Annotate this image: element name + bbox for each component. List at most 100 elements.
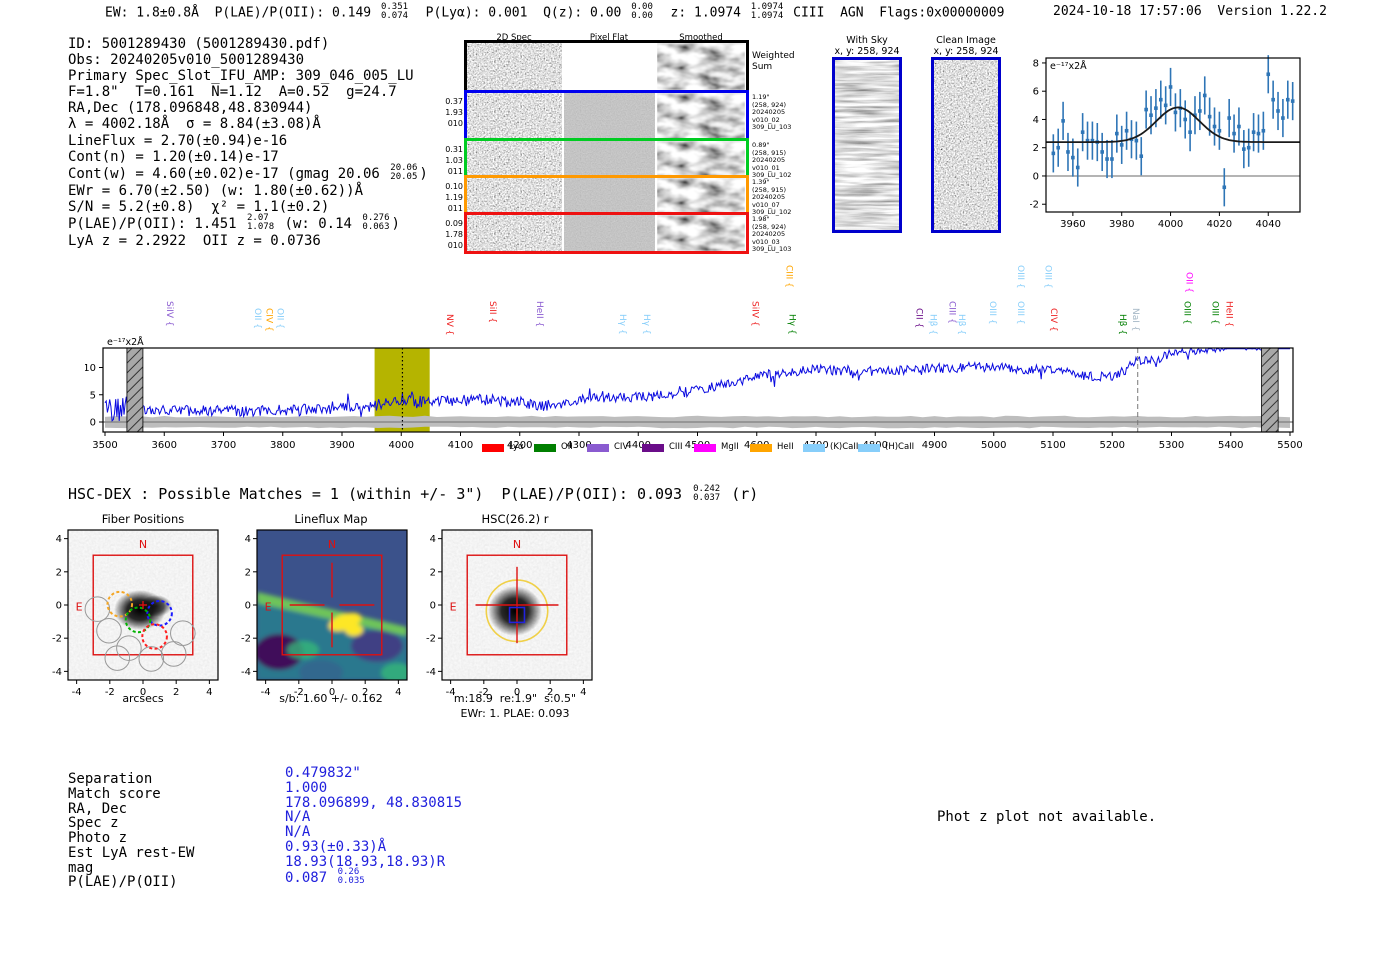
- match-row-value: 178.096899, 48.830815: [285, 796, 462, 811]
- cutout-row: [464, 90, 749, 143]
- report-version: Version 1.22.2: [1217, 4, 1327, 19]
- line-label-OIII: OIII {: [987, 301, 997, 325]
- spec-x-tick-label: 3800: [270, 440, 295, 451]
- fit-x-tick-label: 4000: [1158, 219, 1183, 230]
- fit-y-tick-label: 4: [1033, 115, 1039, 126]
- spec-x-tick-label: 4000: [389, 440, 414, 451]
- legend-swatch-(H)CaII: [858, 444, 880, 452]
- legend-swatch-OII: [534, 444, 556, 452]
- spec-y-tick-label: 0: [90, 418, 96, 429]
- legend-swatch-CIII: [642, 444, 664, 452]
- cutout-y-tick: 0: [245, 601, 251, 612]
- smoothed-image: [657, 93, 745, 140]
- clean-image-panel: [931, 57, 1001, 233]
- 2d-spec-image: [467, 215, 562, 251]
- cutout-y-tick: 4: [245, 534, 251, 545]
- 2d-spec-image: [467, 141, 562, 177]
- cutout-row-right-labels: Weighted Sum: [752, 51, 795, 72]
- fiber-positions-plot: -4-4-2-2002244NE: [32, 520, 248, 720]
- cutout-y-tick: 2: [430, 567, 436, 578]
- cutout-x-tick: -2: [105, 687, 115, 698]
- smoothed-image: [657, 141, 745, 177]
- cutout-y-tick: 4: [430, 534, 436, 545]
- legend-label: (K)CaII: [830, 442, 858, 452]
- info-line: EWr = 6.70(±2.50) (w: 1.80(±0.62))Å: [68, 183, 428, 199]
- line-label-CIV: CIV {: [264, 308, 274, 332]
- legend-swatch-HeII: [750, 444, 772, 452]
- match-row-label: mag: [68, 861, 194, 876]
- source-blob: [488, 586, 542, 636]
- legend-swatch-CIV: [587, 444, 609, 452]
- fiber-xlabel: arcsecs: [122, 692, 163, 705]
- cutout-y-tick: 0: [430, 601, 436, 612]
- cutout-x-tick: 2: [173, 687, 179, 698]
- match-table-labels: SeparationMatch scoreRA, DecSpec zPhoto …: [68, 772, 194, 890]
- legend-label: CIV: [614, 442, 628, 452]
- fit-y-tick-label: 6: [1033, 87, 1039, 98]
- cutout-x-tick: -4: [261, 687, 271, 698]
- line-label-OII: OII {: [252, 308, 262, 329]
- smoothed-image: [657, 178, 745, 214]
- cutout-row: [464, 40, 749, 93]
- match-table-values: 0.479832"1.000178.096899, 48.830815N/AN/…: [285, 766, 462, 887]
- cutout-y-tick: -2: [426, 634, 436, 645]
- info-line: RA,Dec (178.096848,48.830944): [68, 100, 428, 116]
- cutout-y-tick: -2: [52, 634, 62, 645]
- match-row-label: Photo z: [68, 831, 194, 846]
- line-label-OIII: OIII {: [1015, 265, 1025, 289]
- line-label-CIII: CIII {: [946, 301, 956, 324]
- cutout-row-left-labels: 0.09 1.78 010: [437, 218, 463, 251]
- info-line: Obs: 20240205v010_5001289430: [68, 52, 428, 68]
- detection-info-block: ID: 5001289430 (5001289430.pdf)Obs: 2024…: [68, 36, 428, 249]
- spec-x-tick-label: 4100: [448, 440, 473, 451]
- match-row-value: 0.087 0.260.035: [285, 869, 462, 887]
- lineflux-map-plot: -4-4-2-2002244NE: [221, 520, 437, 720]
- 2d-spec-image: [467, 43, 562, 90]
- cutout-y-tick: 2: [56, 567, 62, 578]
- cutout-y-tick: 0: [56, 601, 62, 612]
- stacked-value: 0.2420.037: [693, 485, 720, 503]
- pixel-flat-image: [564, 93, 655, 140]
- east-label: E: [265, 601, 272, 614]
- match-row-value: 18.93(18.93,18.93)R: [285, 855, 462, 870]
- info-line: LineFlux = 2.70(±0.94)e-16: [68, 133, 428, 149]
- hsc-xlabel-1: m:18.9 re:1.9" s:0.5": [454, 692, 576, 705]
- spec-y-tick-label: 5: [90, 390, 96, 401]
- spec-x-tick-label: 4900: [922, 440, 947, 451]
- hatch-band: [1262, 348, 1279, 432]
- info-line: Cont(w) = 4.60(±0.02)e-17 (gmag 20.06 20…: [68, 165, 428, 183]
- stacked-value: 20.0620.05: [390, 164, 417, 182]
- north-label: N: [513, 538, 521, 551]
- legend-label: Lyα: [509, 442, 524, 452]
- stacked-value: 0.2760.063: [362, 214, 389, 232]
- match-row-value: 1.000: [285, 781, 462, 796]
- with-sky-panel-title: With Sky x, y: 258, 924: [834, 36, 899, 57]
- spec-x-tick-label: 5400: [1218, 440, 1243, 451]
- match-row-label: Spec z: [68, 816, 194, 831]
- match-row-value: 0.93(±0.33)Å: [285, 840, 462, 855]
- info-line: Primary Spec_Slot_IFU_AMP: 309_046_005_L…: [68, 68, 428, 84]
- line-label-NaI: NaI {: [1130, 308, 1140, 332]
- legend-swatch-(K)CaII: [803, 444, 825, 452]
- fit-x-tick-label: 4040: [1256, 219, 1281, 230]
- header-summary: EW: 1.8±0.8Å P(LAE)/P(OII): 0.149 0.3510…: [105, 4, 1004, 22]
- spec-y-tick-label: 10: [85, 363, 96, 374]
- cutout-row: [464, 175, 749, 217]
- cutout-x-tick: 4: [206, 687, 212, 698]
- spacer: [1202, 4, 1218, 19]
- header-datetime-version: 2024-10-18 17:57:06 Version 1.22.2: [1053, 4, 1327, 19]
- line-label-SiIV: SiIV {: [164, 301, 174, 327]
- lineflux-xlabel: s/b: 1.60 +/- 0.162: [279, 692, 383, 705]
- pixel-flat-image: [564, 215, 655, 251]
- line-label-OIII: OIII {: [1182, 301, 1192, 325]
- line-fit-plot: 3960398040004020404086420-2e⁻¹⁷x2Å: [1030, 45, 1325, 230]
- cutout-row-right-labels: 1.19" (258, 924) 20240205 v010_02 309_LU…: [752, 94, 791, 132]
- spec-x-tick-label: 3900: [329, 440, 354, 451]
- cutout-x-tick: 4: [395, 687, 401, 698]
- legend-swatch-MgII: [694, 444, 716, 452]
- fit-units-label: e⁻¹⁷x2Å: [1050, 60, 1087, 72]
- report-datetime: 2024-10-18 17:57:06: [1053, 4, 1202, 19]
- line-label-OIII: OIII {: [1015, 301, 1025, 325]
- spec-x-tick-label: 3600: [152, 440, 177, 451]
- info-line: LyA z = 2.2922 OII z = 0.0736: [68, 233, 428, 249]
